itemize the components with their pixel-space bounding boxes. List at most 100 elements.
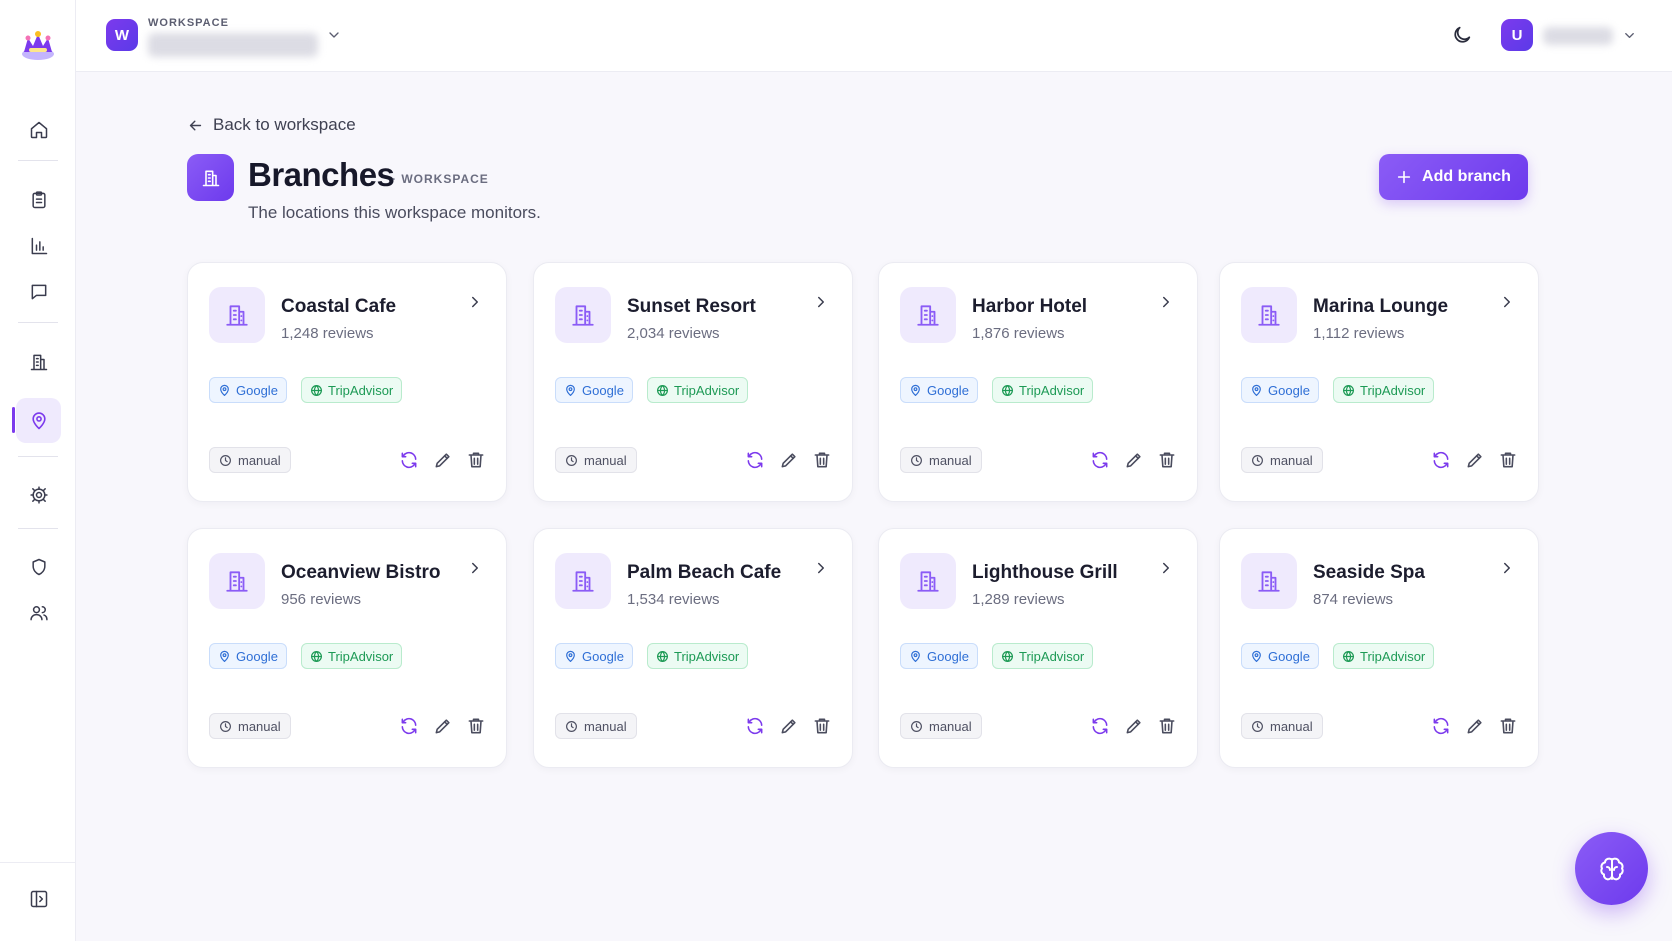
branch-card[interactable]: Oceanview Bistro 956 reviews Google TripAdv… [187, 528, 507, 768]
source-badge-tripadvisor[interactable]: TripAdvisor [992, 643, 1094, 669]
sync-mode-badge: manual [209, 713, 291, 739]
refresh-icon[interactable] [745, 450, 765, 470]
branch-card[interactable]: Lighthouse Grill 1,289 reviews Google TripA… [878, 528, 1198, 768]
refresh-icon[interactable] [1090, 450, 1110, 470]
chevron-right-icon[interactable] [812, 559, 830, 577]
settings-icon[interactable] [16, 472, 61, 517]
clock-icon [565, 454, 578, 467]
source-badge-google[interactable]: Google [209, 643, 287, 669]
bar-chart-icon[interactable] [16, 223, 61, 268]
chevron-right-icon[interactable] [1498, 559, 1516, 577]
sidebar-toggle-icon[interactable] [16, 876, 61, 921]
back-to-workspace-link[interactable]: Back to workspace [187, 115, 356, 135]
source-label: Google [236, 382, 278, 398]
source-label: TripAdvisor [674, 648, 740, 664]
branch-card[interactable]: Harbor Hotel 1,876 reviews Google TripAdvis… [878, 262, 1198, 502]
branch-card[interactable]: Marina Lounge 1,112 reviews Google TripAdvi… [1219, 262, 1539, 502]
trash-icon[interactable] [1157, 450, 1177, 470]
chevron-down-icon[interactable] [1622, 28, 1637, 43]
users-icon[interactable] [16, 590, 61, 635]
user-avatar[interactable]: U [1501, 19, 1533, 51]
home-icon[interactable] [16, 107, 61, 152]
source-badge-tripadvisor[interactable]: TripAdvisor [647, 643, 749, 669]
page-subtitle: The locations this workspace monitors. [248, 203, 541, 222]
refresh-icon[interactable] [1431, 450, 1451, 470]
source-badge-google[interactable]: Google [1241, 377, 1319, 403]
trash-icon[interactable] [466, 716, 486, 736]
branch-review-count: 1,534 reviews [627, 591, 720, 608]
add-branch-button[interactable]: Add branch [1379, 154, 1528, 200]
message-icon[interactable] [16, 269, 61, 314]
refresh-icon[interactable] [1090, 716, 1110, 736]
source-badge-google[interactable]: Google [555, 377, 633, 403]
chevron-down-icon[interactable] [326, 27, 342, 43]
chevron-right-icon[interactable] [1498, 293, 1516, 311]
source-label: TripAdvisor [328, 382, 394, 398]
building-icon[interactable] [16, 339, 61, 384]
pencil-icon[interactable] [433, 716, 453, 736]
source-label: TripAdvisor [1019, 648, 1085, 664]
pencil-icon[interactable] [433, 450, 453, 470]
clock-icon [565, 720, 578, 733]
chevron-right-icon[interactable] [466, 293, 484, 311]
refresh-icon[interactable] [399, 716, 419, 736]
branch-card[interactable]: Coastal Cafe 1,248 reviews Google TripAdvis… [187, 262, 507, 502]
branch-card[interactable]: Sunset Resort 2,034 reviews Google TripAdvi… [533, 262, 853, 502]
branch-card[interactable]: Palm Beach Cafe 1,534 reviews Google TripAd… [533, 528, 853, 768]
source-badge-tripadvisor[interactable]: TripAdvisor [301, 377, 403, 403]
moon-icon[interactable] [1449, 22, 1475, 48]
trash-icon[interactable] [1498, 716, 1518, 736]
clock-icon [1251, 454, 1264, 467]
source-badge-google[interactable]: Google [555, 643, 633, 669]
source-badge-google[interactable]: Google [209, 377, 287, 403]
trash-icon[interactable] [466, 450, 486, 470]
source-badge-google[interactable]: Google [900, 643, 978, 669]
refresh-icon[interactable] [745, 716, 765, 736]
map-pin-icon [1250, 384, 1263, 397]
clock-icon [219, 720, 232, 733]
source-badge-google[interactable]: Google [900, 377, 978, 403]
pencil-icon[interactable] [779, 716, 799, 736]
map-pin-icon [909, 650, 922, 663]
trash-icon[interactable] [1157, 716, 1177, 736]
source-badge-tripadvisor[interactable]: TripAdvisor [1333, 377, 1435, 403]
source-label: Google [582, 648, 624, 664]
source-badge-tripadvisor[interactable]: TripAdvisor [301, 643, 403, 669]
app-logo[interactable] [18, 24, 58, 64]
sync-mode-badge: manual [1241, 713, 1323, 739]
pencil-icon[interactable] [1465, 450, 1485, 470]
sync-mode-label: manual [929, 718, 972, 734]
source-badge-google[interactable]: Google [1241, 643, 1319, 669]
branch-card[interactable]: Seaside Spa 874 reviews Google TripAdvisor m… [1219, 528, 1539, 768]
trash-icon[interactable] [812, 450, 832, 470]
source-label: Google [236, 648, 278, 664]
refresh-icon[interactable] [1431, 716, 1451, 736]
globe-icon [1342, 384, 1355, 397]
source-badge-tripadvisor[interactable]: TripAdvisor [992, 377, 1094, 403]
shield-icon[interactable] [16, 544, 61, 589]
pencil-icon[interactable] [1124, 450, 1144, 470]
pencil-icon[interactable] [779, 450, 799, 470]
pencil-icon[interactable] [1124, 716, 1144, 736]
user-name-redacted[interactable] [1543, 27, 1613, 45]
pencil-icon[interactable] [1465, 716, 1485, 736]
chevron-right-icon[interactable] [466, 559, 484, 577]
clipboard-icon[interactable] [16, 177, 61, 222]
workspace-avatar[interactable]: W [106, 19, 138, 51]
source-label: TripAdvisor [1360, 648, 1426, 664]
map-pin-icon[interactable] [16, 398, 61, 443]
sync-mode-badge: manual [900, 713, 982, 739]
trash-icon[interactable] [1498, 450, 1518, 470]
branch-review-count: 1,248 reviews [281, 325, 374, 342]
branch-review-count: 1,112 reviews [1313, 325, 1405, 342]
source-badge-tripadvisor[interactable]: TripAdvisor [1333, 643, 1435, 669]
sync-mode-badge: manual [209, 447, 291, 473]
chevron-right-icon[interactable] [1157, 559, 1175, 577]
chevron-right-icon[interactable] [1157, 293, 1175, 311]
ai-assistant-button[interactable] [1575, 832, 1648, 905]
chevron-right-icon[interactable] [812, 293, 830, 311]
workspace-name-redacted[interactable] [148, 33, 318, 57]
refresh-icon[interactable] [399, 450, 419, 470]
source-badge-tripadvisor[interactable]: TripAdvisor [647, 377, 749, 403]
trash-icon[interactable] [812, 716, 832, 736]
